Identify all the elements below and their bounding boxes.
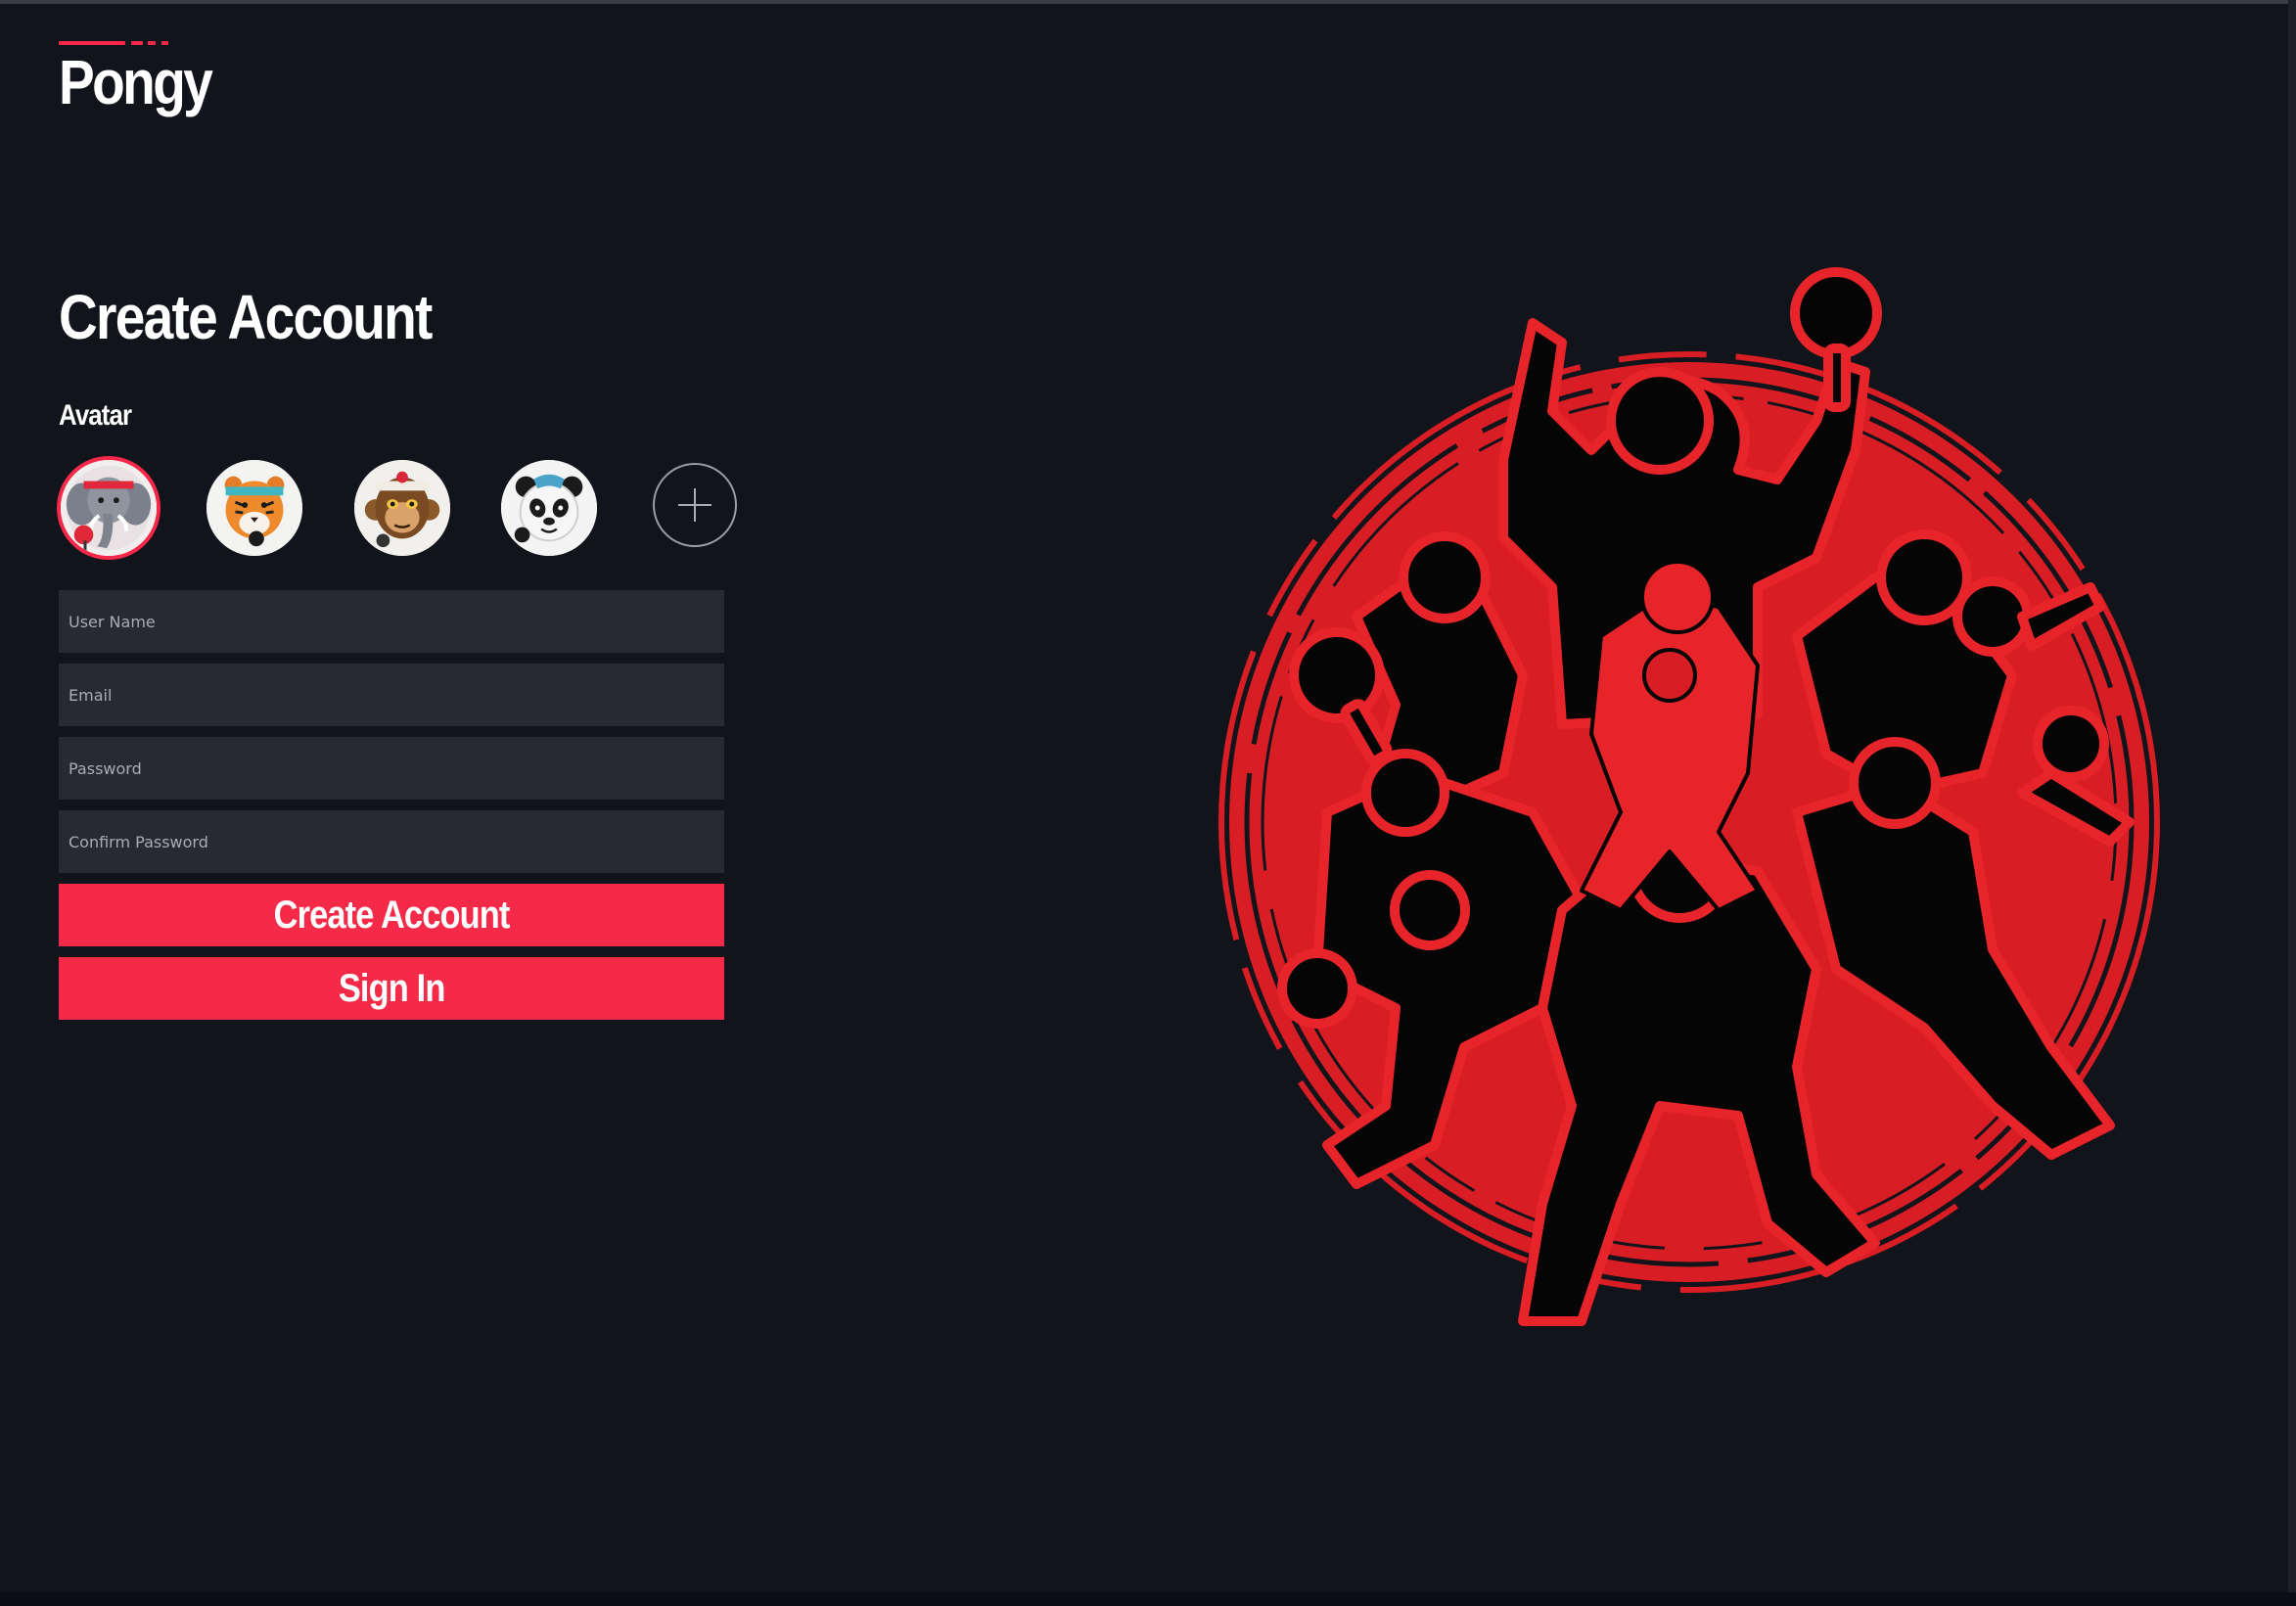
create-account-button[interactable]: Create Account (59, 884, 724, 946)
username-input[interactable] (59, 590, 724, 653)
create-account-button-label: Create Account (273, 893, 511, 937)
avatar-option-elephant[interactable] (61, 460, 157, 556)
avatar-option-tiger[interactable] (207, 460, 302, 556)
page-title: Create Account (59, 282, 433, 352)
plus-icon (678, 488, 712, 522)
avatar-option-monkey[interactable] (354, 460, 450, 556)
app-logo[interactable]: Pongy (59, 41, 236, 114)
confirm-password-input[interactable] (59, 810, 724, 873)
password-input[interactable] (59, 737, 724, 800)
sign-in-button[interactable]: Sign In (59, 957, 724, 1020)
add-avatar-button[interactable] (653, 463, 737, 547)
table-tennis-players-illustration (1218, 267, 2160, 1326)
window-scrollbar-track (2288, 0, 2296, 1606)
window-bottom-border (0, 1592, 2296, 1606)
monkey-avatar-icon (354, 460, 450, 556)
window-top-border (0, 0, 2296, 4)
avatar-picker (59, 460, 744, 558)
email-input[interactable] (59, 664, 724, 726)
avatar-option-panda[interactable] (501, 460, 597, 556)
avatar-section-label: Avatar (59, 399, 132, 432)
app-name: Pongy (59, 47, 213, 117)
sign-in-button-label: Sign In (338, 966, 446, 1010)
tiger-avatar-icon (207, 460, 302, 556)
panda-avatar-icon (501, 460, 597, 556)
elephant-avatar-icon (61, 460, 157, 556)
